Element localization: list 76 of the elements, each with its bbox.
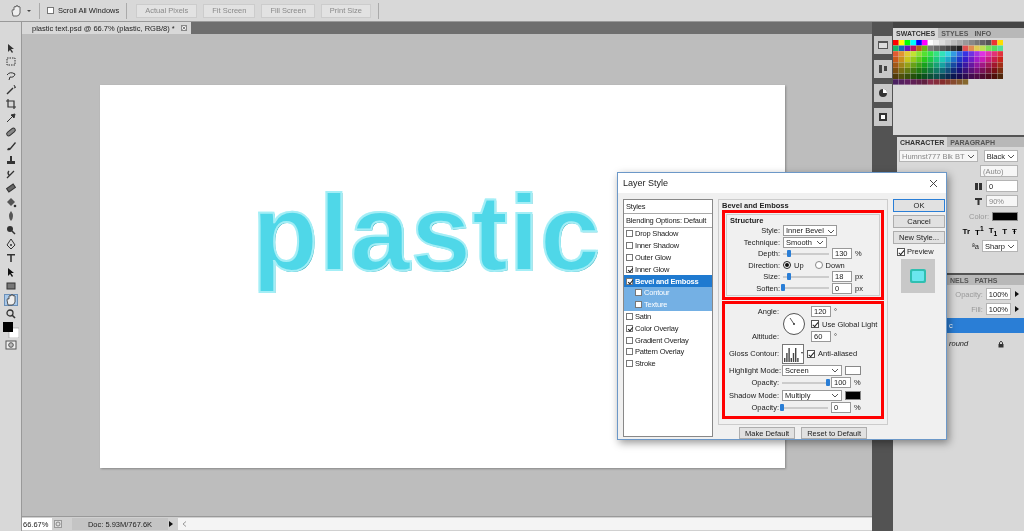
pen-icon <box>4 238 17 250</box>
marquee-icon <box>4 56 17 68</box>
caret-icon[interactable] <box>26 7 32 14</box>
type-icon <box>4 252 17 264</box>
checkbox[interactable] <box>811 320 819 329</box>
bandage-icon <box>4 126 17 138</box>
effect-checkbox[interactable] <box>626 348 633 356</box>
effect-checkbox[interactable] <box>626 336 633 344</box>
type-style-button[interactable]: T <box>1001 226 1009 236</box>
dialog-title: Layer Style <box>623 178 669 188</box>
radio-button[interactable] <box>783 261 791 270</box>
tracking-icon <box>974 181 983 191</box>
effect-checkbox[interactable] <box>626 265 633 273</box>
type-style-button[interactable]: T$_{1}$ <box>987 225 999 237</box>
slider-thumb[interactable] <box>786 272 791 280</box>
contour-preview-icon[interactable] <box>782 343 804 364</box>
type-style-button[interactable]: Ŧ <box>1011 226 1018 236</box>
tool-button[interactable] <box>3 308 18 320</box>
scroll-all-checkbox[interactable] <box>47 7 54 14</box>
color-swatches-drawing[interactable] <box>893 40 1004 85</box>
type-style-button[interactable]: T$^{1}$ <box>974 225 985 237</box>
caret-icon <box>966 153 975 159</box>
text-color-swatch[interactable] <box>992 211 1018 221</box>
hand-icon[interactable] <box>10 4 22 17</box>
effect-checkbox[interactable] <box>635 301 642 309</box>
slider-track[interactable] <box>782 381 828 384</box>
color-swatch[interactable] <box>845 365 861 375</box>
caret-icon <box>831 392 839 399</box>
eyedropper-icon <box>4 112 17 124</box>
stamp-icon <box>4 154 17 166</box>
effect-checkbox[interactable] <box>626 360 633 368</box>
tool-button[interactable] <box>3 280 18 292</box>
type-style-button[interactable]: Tr <box>961 226 972 236</box>
crop-icon <box>4 98 17 110</box>
lasso-icon <box>4 70 17 82</box>
preview-thumbnail <box>901 259 935 293</box>
slider-track[interactable] <box>783 252 829 255</box>
effect-checkbox[interactable] <box>626 254 633 261</box>
slider-thumb[interactable] <box>780 403 784 411</box>
panel-icon <box>875 38 890 52</box>
effect-checkbox[interactable] <box>626 242 633 250</box>
brush-icon <box>4 140 17 152</box>
play-arrow-icon[interactable] <box>168 520 174 528</box>
slider-track[interactable] <box>782 406 828 409</box>
panel-dock-button[interactable] <box>873 84 892 102</box>
wand-icon <box>4 84 17 96</box>
canvas-text: plastic <box>251 171 603 295</box>
zoom-icon <box>4 308 17 320</box>
caret-icon <box>1007 243 1015 249</box>
effect-checkbox[interactable] <box>626 230 633 238</box>
panel-dock-button[interactable] <box>873 36 892 54</box>
effect-checkbox[interactable] <box>626 312 633 320</box>
rectangle-icon <box>4 280 17 292</box>
color-swatch[interactable] <box>845 390 861 400</box>
history-brush-icon <box>4 168 17 180</box>
horizontal-scrollbar[interactable] <box>178 518 872 530</box>
hand-icon <box>4 294 17 306</box>
slider-track[interactable] <box>783 275 829 278</box>
quick-mask-icon[interactable] <box>4 340 17 350</box>
close-icon[interactable] <box>929 178 938 188</box>
scale-icon <box>974 196 983 206</box>
angle-dial[interactable] <box>782 312 806 337</box>
checkbox[interactable] <box>807 349 815 358</box>
slider-track[interactable] <box>783 287 829 290</box>
effect-checkbox[interactable] <box>626 324 633 332</box>
caret-icon <box>831 367 839 374</box>
effect-checkbox[interactable] <box>626 277 633 285</box>
checkbox[interactable] <box>897 247 905 256</box>
radio-button[interactable] <box>814 261 823 270</box>
slider-thumb[interactable] <box>786 249 791 257</box>
dodge-icon <box>4 224 17 236</box>
slider-thumb[interactable] <box>826 378 830 386</box>
panel-dock-button[interactable] <box>873 108 892 126</box>
effect-checkbox[interactable] <box>635 289 642 297</box>
caret-icon <box>1007 153 1015 159</box>
slider-thumb[interactable] <box>781 284 785 292</box>
